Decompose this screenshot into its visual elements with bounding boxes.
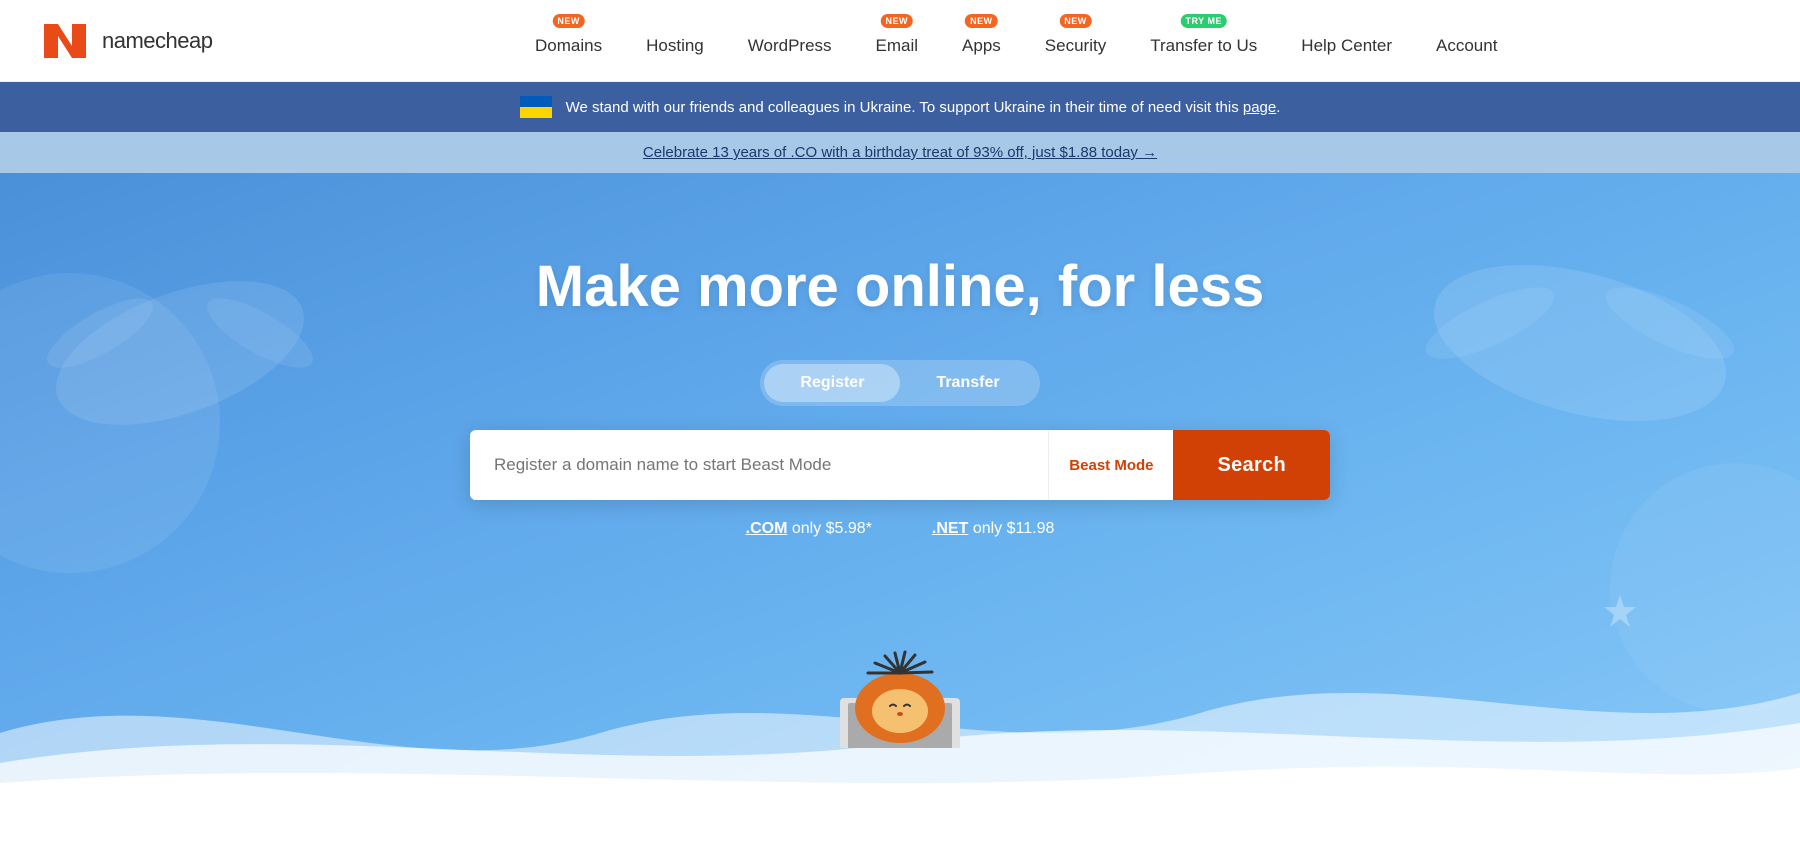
hero-content: Make more online, for less Register Tran… xyxy=(0,253,1800,538)
hedgehog-icon xyxy=(810,608,990,748)
nav-item-security[interactable]: NEW Security xyxy=(1023,0,1128,82)
nav-label-wordpress: WordPress xyxy=(748,36,832,56)
domain-search-bar: Beast Mode Search xyxy=(470,430,1330,500)
search-button[interactable]: Search xyxy=(1173,430,1330,500)
ukraine-banner: We stand with our friends and colleagues… xyxy=(0,82,1800,132)
security-badge: NEW xyxy=(1059,14,1092,28)
beast-mode-button[interactable]: Beast Mode xyxy=(1048,430,1173,500)
com-price-link[interactable]: .COM only $5.98* xyxy=(746,520,872,538)
nav-item-domains[interactable]: NEW Domains xyxy=(513,0,624,82)
nav-item-email[interactable]: NEW Email xyxy=(854,0,941,82)
domain-search-input[interactable] xyxy=(470,430,1048,500)
main-nav: NEW Domains Hosting WordPress NEW Email … xyxy=(272,0,1760,82)
logo-icon xyxy=(40,20,92,62)
hero-section: Make more online, for less Register Tran… xyxy=(0,173,1800,813)
nav-label-domains: Domains xyxy=(535,36,602,56)
nav-item-transfer[interactable]: TRY ME Transfer to Us xyxy=(1128,0,1279,82)
starfish-icon xyxy=(1600,593,1640,633)
nav-item-hosting[interactable]: Hosting xyxy=(624,0,726,82)
nav-label-hosting: Hosting xyxy=(646,36,704,56)
nav-label-security: Security xyxy=(1045,36,1106,56)
header: namecheap NEW Domains Hosting WordPress … xyxy=(0,0,1800,82)
ukraine-text: We stand with our friends and colleagues… xyxy=(566,99,1281,116)
net-price-link[interactable]: .NET only $11.98 xyxy=(932,520,1054,538)
transfer-badge: TRY ME xyxy=(1180,14,1227,28)
nav-label-email: Email xyxy=(876,36,919,56)
tab-register[interactable]: Register xyxy=(764,364,900,402)
tab-transfer[interactable]: Transfer xyxy=(900,364,1035,402)
domains-badge: NEW xyxy=(552,14,585,28)
promo-link[interactable]: Celebrate 13 years of .CO with a birthda… xyxy=(643,144,1157,161)
nav-item-wordpress[interactable]: WordPress xyxy=(726,0,854,82)
ukraine-page-link[interactable]: page xyxy=(1243,99,1276,116)
nav-item-account[interactable]: Account xyxy=(1414,0,1519,82)
price-hints: .COM only $5.98* .NET only $11.98 xyxy=(746,520,1055,538)
hedgehog-mascot xyxy=(810,608,990,753)
nav-item-apps[interactable]: NEW Apps xyxy=(940,0,1023,82)
nav-label-apps: Apps xyxy=(962,36,1001,56)
logo-area[interactable]: namecheap xyxy=(40,20,212,62)
logo-text: namecheap xyxy=(102,28,212,54)
net-price: only $11.98 xyxy=(973,520,1055,537)
hero-title: Make more online, for less xyxy=(536,253,1264,320)
domain-tabs: Register Transfer xyxy=(760,360,1039,406)
email-badge: NEW xyxy=(881,14,914,28)
nav-label-account: Account xyxy=(1436,36,1497,56)
promo-banner: Celebrate 13 years of .CO with a birthda… xyxy=(0,132,1800,173)
nav-item-help[interactable]: Help Center xyxy=(1279,0,1414,82)
ukraine-flag-icon xyxy=(520,96,552,118)
com-price: only $5.98* xyxy=(792,520,872,537)
nav-label-help: Help Center xyxy=(1301,36,1392,56)
apps-badge: NEW xyxy=(965,14,998,28)
nav-label-transfer: Transfer to Us xyxy=(1150,36,1257,56)
